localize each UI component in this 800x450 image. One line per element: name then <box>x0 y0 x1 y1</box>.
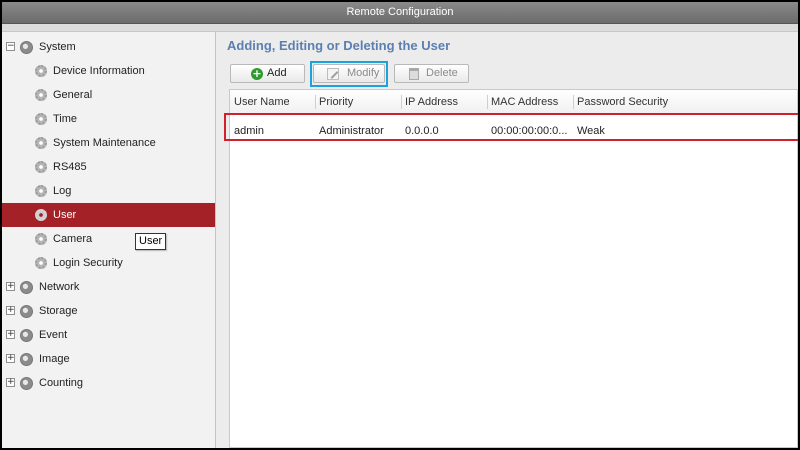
tree-item-label: RS485 <box>53 161 87 173</box>
tree-category-label: Storage <box>39 305 78 317</box>
tree-item-user[interactable]: User <box>2 203 215 227</box>
delete-button-label: Delete <box>426 67 458 79</box>
column-separator <box>401 95 402 109</box>
gear-icon <box>35 161 47 173</box>
column-separator <box>573 95 574 109</box>
tree-category-label: Image <box>39 353 70 365</box>
expand-icon[interactable]: + <box>6 378 15 387</box>
tree-category-label: System <box>39 41 76 53</box>
column-header-ip-address[interactable]: IP Address <box>401 90 487 114</box>
tree-item-label: Login Security <box>53 257 123 269</box>
sidebar: − System Device Information General Time… <box>2 32 216 448</box>
column-header-label: MAC Address <box>491 96 559 108</box>
tree-item-device-information[interactable]: Device Information <box>2 59 215 83</box>
gear-icon <box>35 89 47 101</box>
column-header-label: User Name <box>234 96 290 108</box>
modify-focus-highlight <box>310 61 388 87</box>
expand-icon[interactable]: + <box>6 282 15 291</box>
tree-category-event[interactable]: + Event <box>2 323 215 347</box>
window-title: Remote Configuration <box>2 2 798 24</box>
gear-icon <box>35 233 47 245</box>
tree-item-label: User <box>53 209 77 221</box>
table-header: User Name Priority IP Address MAC Addres… <box>230 90 797 114</box>
tree-item-system-maintenance[interactable]: System Maintenance <box>2 131 215 155</box>
tree-item-label: Camera <box>53 233 93 245</box>
tree-item-label: Device Information <box>53 65 145 77</box>
expand-icon[interactable]: + <box>6 330 15 339</box>
column-header-label: Priority <box>319 96 354 108</box>
gear-icon <box>35 65 47 77</box>
tree-item-camera[interactable]: Camera <box>2 227 215 251</box>
system-icon <box>20 41 33 54</box>
tree-item-rs485[interactable]: RS485 <box>2 155 215 179</box>
row-highlight-box <box>224 113 798 141</box>
tree-category-system[interactable]: − System <box>2 35 215 59</box>
counting-icon <box>20 377 33 390</box>
plus-circle-icon: + <box>251 67 263 80</box>
tooltip: User <box>135 233 167 250</box>
column-separator <box>315 95 316 109</box>
tree-category-label: Network <box>39 281 80 293</box>
tree-category-counting[interactable]: + Counting <box>2 371 215 395</box>
network-icon <box>20 281 33 294</box>
tree-item-log[interactable]: Log <box>2 179 215 203</box>
gear-icon <box>35 137 47 149</box>
main-panel: Adding, Editing or Deleting the User + A… <box>217 32 798 448</box>
tree-item-general[interactable]: General <box>2 83 215 107</box>
column-header-priority[interactable]: Priority <box>315 90 401 114</box>
column-header-password-security[interactable]: Password Security <box>573 90 797 114</box>
gear-icon <box>35 185 47 197</box>
storage-icon <box>20 305 33 318</box>
page-title: Adding, Editing or Deleting the User <box>227 38 451 53</box>
add-button[interactable]: + Add <box>230 64 305 83</box>
collapse-icon[interactable]: − <box>6 42 15 51</box>
add-button-label: Add <box>267 67 287 79</box>
gear-icon <box>35 209 47 221</box>
tree-category-image[interactable]: + Image <box>2 347 215 371</box>
user-table: User Name Priority IP Address MAC Addres… <box>229 89 798 448</box>
tree-category-label: Event <box>39 329 68 341</box>
tree-item-login-security[interactable]: Login Security <box>2 251 215 275</box>
event-icon <box>20 329 33 342</box>
tree-category-label: Counting <box>39 377 84 389</box>
column-header-label: IP Address <box>405 96 458 108</box>
column-header-user-name[interactable]: User Name <box>230 90 314 114</box>
gear-icon <box>35 257 47 269</box>
tree-item-label: System Maintenance <box>53 137 156 149</box>
tree-category-storage[interactable]: + Storage <box>2 299 215 323</box>
title-strip <box>2 24 798 32</box>
tree-item-label: Log <box>53 185 72 197</box>
remote-configuration-window: Remote Configuration − System Device Inf… <box>0 0 800 450</box>
expand-icon[interactable]: + <box>6 306 15 315</box>
gear-icon <box>35 113 47 125</box>
tree-item-label: General <box>53 89 93 101</box>
column-header-mac-address[interactable]: MAC Address <box>487 90 573 114</box>
trash-icon <box>409 68 419 80</box>
expand-icon[interactable]: + <box>6 354 15 363</box>
column-header-label: Password Security <box>577 96 669 108</box>
delete-button[interactable]: Delete <box>394 64 469 83</box>
tree-item-time[interactable]: Time <box>2 107 215 131</box>
image-icon <box>20 353 33 366</box>
column-separator <box>487 95 488 109</box>
tree-category-network[interactable]: + Network <box>2 275 215 299</box>
tree-item-label: Time <box>53 113 78 125</box>
